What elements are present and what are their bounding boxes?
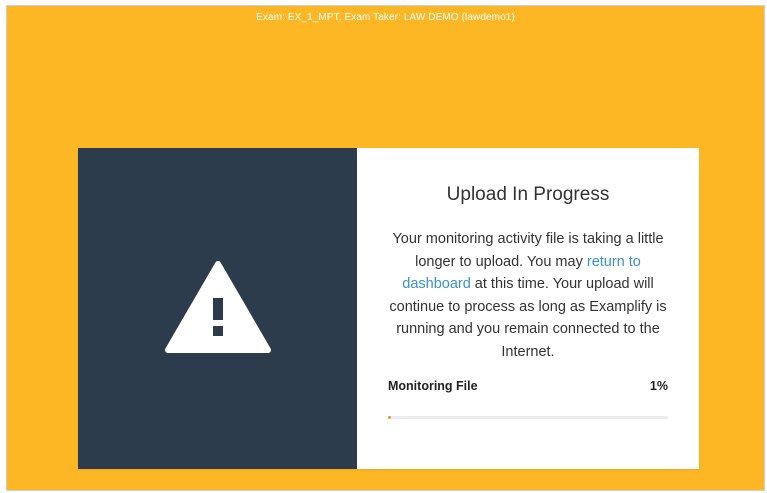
warning-icon [165, 261, 271, 353]
window-title: Exam: EX_1_MPT, Exam Taker: LAW DEMO (la… [256, 12, 515, 23]
progress-header: Monitoring File 1% [388, 379, 668, 393]
upload-progress-dialog: Upload In Progress Your monitoring activ… [78, 148, 699, 469]
progress-percent: 1% [649, 379, 668, 393]
progress-bar-fill [388, 416, 391, 419]
progress-label: Monitoring File [388, 379, 478, 393]
app-window: Exam: EX_1_MPT, Exam Taker: LAW DEMO (la… [6, 5, 765, 491]
progress-bar [388, 416, 668, 419]
dialog-title: Upload In Progress [446, 184, 610, 205]
dialog-message: Your monitoring activity file is taking … [379, 228, 677, 363]
dialog-icon-panel [78, 148, 357, 469]
dialog-content: Upload In Progress Your monitoring activ… [357, 148, 699, 469]
